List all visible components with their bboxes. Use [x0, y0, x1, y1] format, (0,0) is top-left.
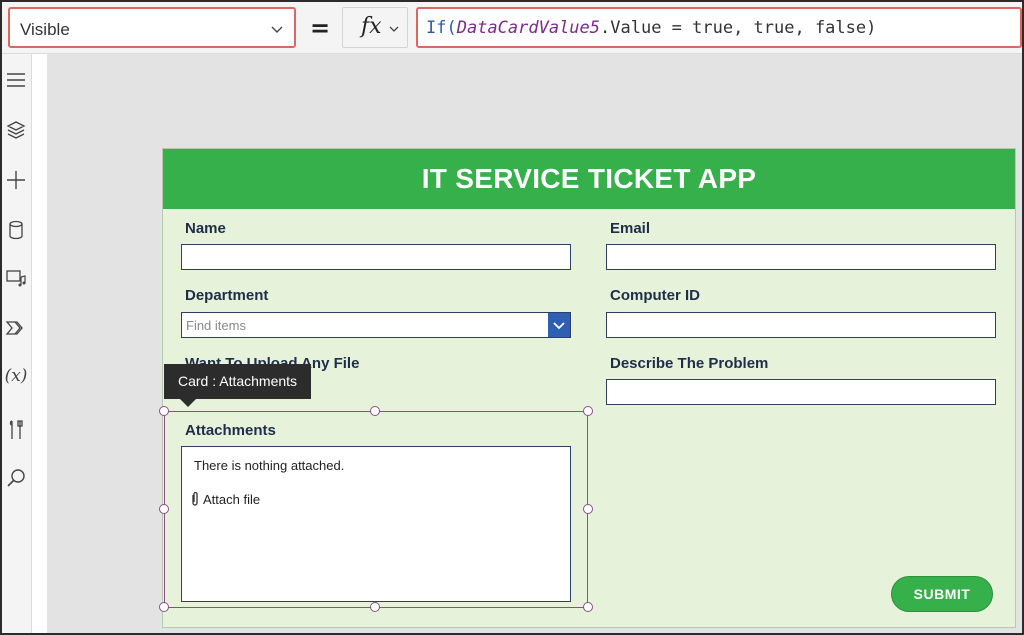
department-placeholder: Find items — [186, 318, 246, 333]
email-label: Email — [610, 220, 651, 237]
submit-button[interactable]: SUBMIT — [891, 576, 993, 612]
resize-handle-top[interactable] — [370, 406, 380, 416]
chevron-down-icon — [553, 322, 565, 330]
media-icon[interactable] — [4, 266, 28, 290]
fx-button[interactable]: fx — [342, 7, 408, 48]
resize-handle-bottom-right[interactable] — [583, 602, 593, 612]
layers-icon[interactable] — [4, 118, 28, 142]
attach-file-label: Attach file — [203, 492, 261, 507]
email-input[interactable] — [606, 244, 996, 270]
tools-icon[interactable] — [4, 418, 28, 442]
attachments-control[interactable]: There is nothing attached. Attach file — [181, 446, 571, 602]
attach-file-link[interactable]: Attach file — [190, 491, 260, 507]
database-icon[interactable] — [4, 218, 28, 242]
equals-sign: = — [310, 14, 331, 42]
resize-handle-top-left[interactable] — [159, 406, 169, 416]
attachments-empty-text: There is nothing attached. — [194, 458, 345, 473]
resize-handle-top-right[interactable] — [583, 406, 593, 416]
formula-variable: DataCardValue5 — [456, 18, 601, 38]
department-label: Department — [185, 287, 269, 304]
department-dropdown[interactable]: Find items — [181, 312, 571, 338]
formula-bar: Visible = fx If(DataCardValue5.Value = t… — [0, 0, 1024, 54]
formula-input[interactable]: If(DataCardValue5.Value = true, true, fa… — [416, 7, 1022, 48]
chevron-down-icon — [389, 26, 399, 32]
plus-icon[interactable] — [4, 168, 28, 192]
fx-icon: fx — [361, 14, 382, 39]
computer-id-input[interactable] — [606, 312, 996, 338]
selection-tooltip: Card : Attachments — [164, 364, 312, 399]
resize-handle-bottom[interactable] — [370, 602, 380, 612]
name-label: Name — [185, 220, 226, 237]
describe-label: Describe The Problem — [610, 355, 769, 372]
formula-function: If( — [426, 18, 457, 38]
describe-input[interactable] — [606, 379, 996, 405]
resize-handle-bottom-left[interactable] — [159, 602, 169, 612]
computer-id-label: Computer ID — [610, 287, 700, 304]
hamburger-icon[interactable] — [4, 68, 28, 92]
resize-handle-left[interactable] — [159, 504, 169, 514]
property-dropdown[interactable]: Visible — [8, 7, 296, 48]
attachments-label: Attachments — [185, 422, 276, 439]
app-title: IT SERVICE TICKET APP — [163, 149, 1015, 209]
paperclip-icon — [192, 491, 198, 506]
variables-icon[interactable]: (x) — [3, 366, 29, 386]
chevron-down-icon — [271, 26, 283, 33]
name-input[interactable] — [181, 244, 571, 270]
property-value: Visible — [20, 20, 70, 39]
dropdown-button[interactable] — [548, 313, 570, 337]
formula-rest: .Value = true, true, false) — [600, 18, 877, 38]
resize-handle-right[interactable] — [583, 504, 593, 514]
search-icon[interactable] — [4, 466, 28, 490]
left-rail: (x) — [0, 54, 32, 635]
power-automate-icon[interactable] — [4, 316, 28, 340]
tooltip-arrow — [180, 399, 196, 407]
